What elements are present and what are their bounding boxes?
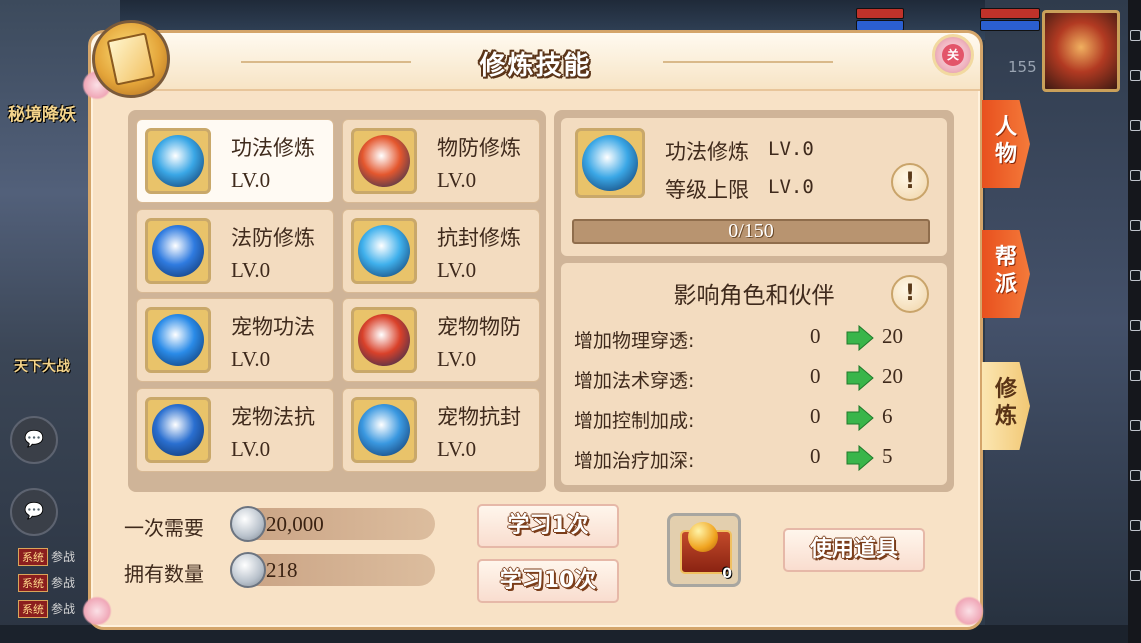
skill-book-icon	[92, 20, 170, 98]
flower-ornament	[82, 596, 112, 626]
event-label: 天下大战	[14, 359, 70, 375]
item-slot[interactable]: 0	[667, 513, 741, 587]
skill-level: LV.0	[437, 437, 477, 461]
learn-ten-button[interactable]: 学习10次	[477, 559, 619, 603]
kangfeng-orb-icon	[351, 218, 417, 284]
flower-ornament	[954, 596, 984, 626]
item-count: 0	[722, 566, 732, 582]
stat-current-value: 0	[810, 324, 821, 348]
exp-progress-bar: 0/150	[572, 219, 930, 244]
exp-progress-text: 0/150	[728, 220, 774, 242]
close-button[interactable]: 关	[932, 34, 974, 76]
skill-level: LV.0	[231, 347, 271, 371]
skill-card[interactable]: 法防修炼 LV.0	[136, 209, 334, 293]
game-background-right	[985, 0, 1141, 643]
owned-value-bar: 218	[230, 552, 435, 588]
stat-next-value: 5	[882, 444, 893, 468]
skill-level: LV.0	[437, 258, 477, 282]
owned-label: 拥有数量	[124, 562, 204, 586]
skill-card[interactable]: 抗封修炼 LV.0	[342, 209, 540, 293]
skill-card[interactable]: 宠物抗封 LV.0	[342, 388, 540, 472]
green-arrow-icon	[846, 365, 874, 391]
mp-bar	[980, 20, 1040, 31]
skill-name: 宠物抗封	[437, 405, 521, 429]
skill-name: 物防修炼	[437, 136, 521, 160]
pet-kangfeng-orb-icon	[351, 397, 417, 463]
stat-label: 增加治疗加深:	[574, 450, 695, 472]
stat-current-value: 0	[810, 364, 821, 388]
selected-skill-level: LV.0	[768, 138, 814, 160]
skill-level: LV.0	[231, 168, 271, 192]
gongfa-orb-icon	[145, 128, 211, 194]
green-arrow-icon	[846, 445, 874, 471]
skill-level: LV.0	[437, 168, 477, 192]
skill-level: LV.0	[231, 258, 271, 282]
info-exclamation-icon[interactable]: !	[891, 163, 929, 201]
stat-next-value: 20	[882, 324, 903, 348]
tab-cultivation-label: 修炼	[994, 377, 1017, 429]
tab-character-label: 人物	[994, 115, 1017, 167]
cost-value: 20,000	[266, 512, 324, 536]
close-icon: 关	[942, 44, 964, 66]
stat-label: 增加控制加成:	[574, 410, 695, 432]
skill-level: LV.0	[231, 437, 271, 461]
green-arrow-icon	[846, 405, 874, 431]
selected-skill-name: 功法修炼	[665, 140, 749, 164]
system-message: 系统 参战	[18, 548, 75, 566]
hp-bar	[980, 8, 1040, 19]
skill-name: 抗封修炼	[437, 226, 521, 250]
stat-current-value: 0	[810, 404, 821, 428]
green-arrow-icon	[846, 325, 874, 351]
skill-level: LV.0	[437, 347, 477, 371]
system-message: 系统 参战	[18, 574, 75, 592]
skill-card[interactable]: 宠物物防 LV.0	[342, 298, 540, 382]
stat-current-value: 0	[810, 444, 821, 468]
stat-next-value: 20	[882, 364, 903, 388]
player-avatar[interactable]	[1042, 10, 1120, 92]
gold-orb-icon	[688, 522, 718, 552]
skill-card[interactable]: 物防修炼 LV.0	[342, 119, 540, 203]
cost-label: 一次需要	[124, 516, 204, 540]
learn-once-button[interactable]: 学习1次	[477, 504, 619, 548]
use-item-button[interactable]: 使用道具	[783, 528, 925, 572]
skill-card[interactable]: 宠物功法 LV.0	[136, 298, 334, 382]
selected-skill-icon	[575, 128, 645, 198]
silver-coin-icon	[230, 552, 266, 588]
system-message: 系统 参战	[18, 600, 75, 618]
skill-name: 法防修炼	[231, 226, 315, 250]
skill-card[interactable]: 功法修炼 LV.0	[136, 119, 334, 203]
stat-label: 增加法术穿透:	[574, 370, 695, 392]
panel-header: 修炼技能	[91, 33, 980, 91]
skill-name: 宠物功法	[231, 315, 315, 339]
wufang-orb-icon	[351, 128, 417, 194]
owned-value: 218	[266, 558, 298, 582]
skill-name: 宠物法抗	[231, 405, 315, 429]
hp-bar	[856, 8, 904, 19]
affect-exclamation-icon[interactable]: !	[891, 275, 929, 313]
map-label: 秘境降妖	[8, 105, 76, 125]
tab-guild-label: 帮派	[994, 245, 1017, 297]
cost-value-bar: 20,000	[230, 506, 435, 542]
skill-card[interactable]: 宠物法抗 LV.0	[136, 388, 334, 472]
affect-title: 影响角色和伙伴	[673, 283, 835, 309]
fafang-orb-icon	[145, 218, 211, 284]
chat-icon[interactable]: 💬	[10, 488, 58, 536]
pet-fakang-orb-icon	[145, 397, 211, 463]
pet-gongfa-orb-icon	[145, 307, 211, 373]
skill-name: 功法修炼	[231, 136, 315, 160]
chat-icon[interactable]: 💬	[10, 416, 58, 464]
panel-title: 修炼技能	[479, 51, 592, 81]
level-cap-label: 等级上限	[665, 178, 749, 202]
level-cap-value: LV.0	[768, 176, 814, 198]
player-level: 155	[1008, 58, 1037, 76]
pet-wufang-orb-icon	[351, 307, 417, 373]
stat-next-value: 6	[882, 404, 893, 428]
skill-name: 宠物物防	[437, 315, 521, 339]
stat-label: 增加物理穿透:	[574, 330, 695, 352]
silver-coin-icon	[230, 506, 266, 542]
emulator-toolbar	[1128, 0, 1141, 643]
